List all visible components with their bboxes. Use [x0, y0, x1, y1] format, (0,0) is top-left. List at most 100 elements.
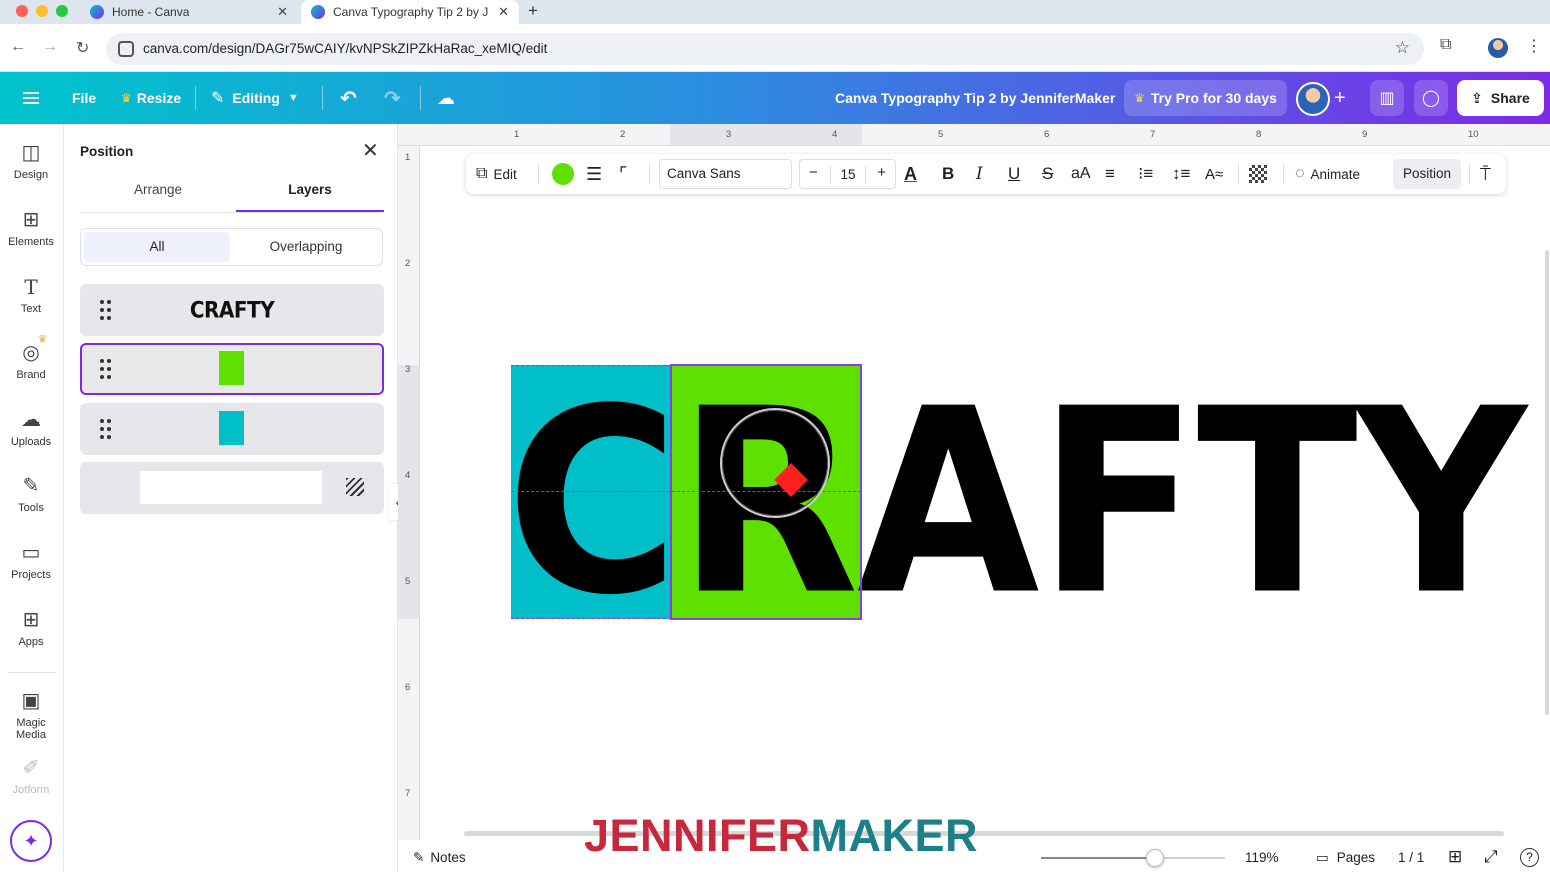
letter-case-button[interactable]: aA [1071, 154, 1091, 194]
spacing-button[interactable]: ↕≡ [1172, 154, 1190, 194]
text-context-toolbar: ⧉ Edit ☰ ⌜ Canva Sans − 15 + A B I U S a… [466, 154, 1506, 194]
panel-title: Position [80, 144, 134, 159]
ruler-tick: 6 [405, 682, 411, 693]
filter-overlapping-button[interactable]: Overlapping [233, 232, 379, 262]
browser-tab-home[interactable]: Home - Canva ✕ [80, 0, 298, 24]
try-pro-button[interactable]: ♛ Try Pro for 30 days [1124, 80, 1287, 116]
rail-item-uploads[interactable]: ☁ Uploads [0, 408, 62, 448]
corner-rounding-button[interactable]: ⌜ [619, 154, 627, 194]
layer-item-green-shape[interactable] [80, 343, 384, 395]
drag-handle-icon[interactable] [100, 419, 112, 439]
new-tab-icon[interactable]: + [528, 1, 538, 21]
site-settings-icon[interactable] [118, 41, 134, 57]
user-avatar[interactable] [1296, 82, 1330, 116]
rail-item-label: Elements [8, 236, 54, 248]
design-icon: ◫ [21, 142, 41, 164]
grid-view-button[interactable]: ⊞ [1448, 847, 1462, 867]
rail-item-jotform[interactable]: ✐ Jotform [0, 756, 62, 796]
window-zoom-button[interactable] [56, 5, 68, 17]
pages-button[interactable]: ▭ Pages [1316, 850, 1375, 866]
redo-button[interactable]: ↷ [384, 72, 401, 124]
main-menu-button[interactable] [23, 72, 39, 124]
pencil-icon: ✎ [211, 90, 225, 107]
reload-icon[interactable]: ↻ [76, 38, 89, 58]
ruler-tick: 4 [832, 129, 838, 140]
cursor-highlight-ring [720, 408, 830, 518]
editing-mode-dropdown[interactable]: ✎ Editing ▼ [211, 72, 299, 124]
resize-label: Resize [136, 90, 182, 106]
underline-icon: U [1008, 164, 1021, 183]
font-size-input[interactable]: 15 [830, 166, 866, 184]
copy-style-button[interactable]: ⍑ [1480, 154, 1491, 194]
increase-font-size-button[interactable]: + [877, 164, 886, 181]
undo-button[interactable]: ↶ [340, 72, 357, 124]
edit-button[interactable]: ⧉ Edit [476, 154, 517, 194]
paint-roller-icon: ⍑ [1480, 163, 1491, 184]
animate-button[interactable]: ◌ Animate [1295, 154, 1360, 194]
zoom-slider-handle[interactable] [1146, 849, 1164, 867]
browser-profile-avatar[interactable] [1488, 38, 1508, 58]
underline-button[interactable]: U [1008, 154, 1020, 194]
transparency-button[interactable] [1249, 154, 1267, 194]
rail-item-text[interactable]: T Text [0, 275, 62, 315]
browser-tab-design[interactable]: Canva Typography Tip 2 by J ✕ [301, 0, 519, 24]
rail-item-tools[interactable]: ✎ Tools [0, 474, 62, 514]
save-status-button[interactable]: ☁ [437, 72, 455, 124]
rail-item-magic-media[interactable]: ▣ Magic Media [0, 689, 62, 741]
layer-item-background[interactable] [80, 462, 384, 514]
layer-item-text[interactable]: CRAFTY [80, 284, 384, 336]
brand-icon: ◎ [22, 342, 40, 364]
drag-handle-icon[interactable] [100, 359, 112, 379]
notes-button[interactable]: ✎ Notes [413, 850, 466, 866]
forward-icon[interactable]: → [42, 38, 58, 56]
canva-ai-button[interactable]: ✦ [10, 820, 52, 862]
layer-item-teal-shape[interactable] [80, 403, 384, 455]
resize-button[interactable]: ♛ Resize [121, 72, 181, 124]
browser-menu-icon[interactable]: ⋮ [1526, 36, 1542, 56]
window-minimize-button[interactable] [36, 5, 48, 17]
rail-item-apps[interactable]: ⊞ Apps [0, 608, 62, 648]
back-icon[interactable]: ← [10, 38, 26, 56]
address-bar[interactable]: canva.com/design/DAGr75wCAIY/kvNPSkZIPZk… [106, 33, 1424, 65]
file-menu-button[interactable]: File [72, 72, 96, 124]
decrease-font-size-button[interactable]: − [809, 164, 818, 181]
list-button[interactable]: ⁝≡ [1138, 154, 1153, 194]
tab-arrange[interactable]: Arrange [84, 182, 232, 212]
rail-item-elements[interactable]: ⊞ Elements [0, 208, 62, 248]
bookmark-star-icon[interactable]: ☆ [1395, 38, 1410, 58]
share-button[interactable]: ⇪ Share [1457, 80, 1544, 116]
filter-all-button[interactable]: All [84, 232, 230, 262]
zoom-level[interactable]: 119% [1245, 850, 1279, 865]
rail-item-projects[interactable]: ▭ Projects [0, 541, 62, 581]
border-style-button[interactable]: ☰ [586, 154, 602, 194]
comments-button[interactable]: ◯ [1414, 80, 1448, 116]
rail-item-design[interactable]: ◫ Design [0, 141, 62, 181]
insights-button[interactable]: ▥ [1370, 80, 1404, 116]
toolbar-divider [538, 164, 539, 184]
tab-close-icon[interactable]: ✕ [498, 4, 509, 20]
document-title[interactable]: Canva Typography Tip 2 by JenniferMaker [835, 72, 1115, 124]
vertical-scrollbar[interactable] [1545, 250, 1549, 715]
bold-button[interactable]: B [942, 154, 954, 194]
rail-item-brand[interactable]: ◎ Brand [0, 341, 62, 381]
animate-label: Animate [1310, 166, 1361, 182]
font-family-dropdown[interactable]: Canva Sans [659, 159, 792, 189]
effects-button[interactable]: A≈ [1205, 154, 1223, 194]
lens-search-icon[interactable]: ⧉ [1440, 36, 1451, 54]
window-close-button[interactable] [16, 5, 28, 17]
text-color-button[interactable]: A [904, 154, 917, 194]
italic-button[interactable]: I [976, 154, 983, 194]
close-panel-icon[interactable]: ✕ [362, 138, 379, 163]
tab-layers[interactable]: Layers [236, 182, 384, 212]
tab-close-icon[interactable]: ✕ [277, 4, 288, 20]
crafty-text-element[interactable]: CRAFTY [506, 341, 1527, 665]
text-color-swatch[interactable] [552, 163, 574, 185]
corner-rounding-icon: ⌜ [619, 163, 628, 184]
fullscreen-button[interactable]: ⤢ [1484, 847, 1498, 867]
position-button[interactable]: Position [1393, 159, 1461, 189]
strikethrough-button[interactable]: S [1042, 154, 1053, 194]
alignment-button[interactable]: ≡ [1105, 154, 1115, 194]
add-collaborator-button[interactable]: + [1334, 72, 1346, 124]
help-button[interactable]: ? [1520, 848, 1539, 867]
crown-icon: ♛ [121, 91, 132, 105]
